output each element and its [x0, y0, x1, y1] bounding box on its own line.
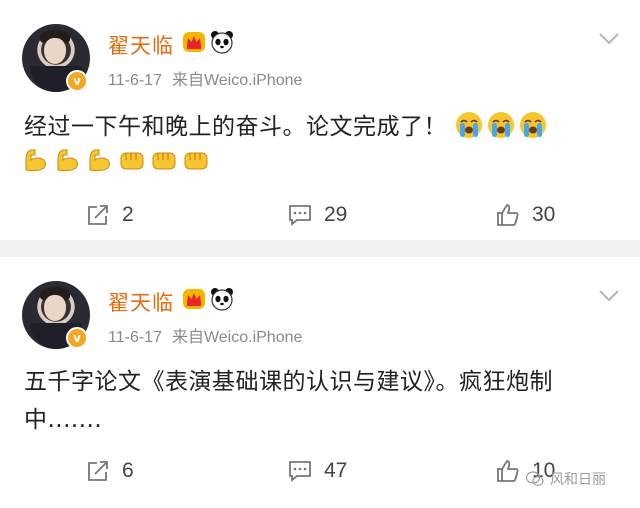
wechat-icon	[526, 471, 544, 486]
flexed-biceps-emoji-icon	[25, 149, 46, 172]
crown-icon	[183, 289, 205, 309]
like-count: 30	[532, 203, 556, 226]
post-source: 来自Weico.iPhone	[171, 329, 303, 346]
crying-face-emoji-icon	[455, 112, 482, 138]
fist-emoji-icon	[152, 152, 176, 170]
like-button[interactable]: 30	[496, 200, 555, 230]
fist-emoji-icon	[120, 152, 144, 170]
crown-icon	[183, 32, 205, 52]
emoji-line	[22, 146, 214, 178]
watermark: 风和日丽	[526, 469, 606, 489]
watermark-text: 风和日丽	[550, 472, 606, 488]
repost-button[interactable]: 6	[86, 456, 134, 486]
comment-button[interactable]: 47	[288, 456, 347, 486]
comment-count: 47	[324, 459, 348, 482]
panda-icon	[211, 288, 233, 311]
comment-count: 29	[324, 203, 348, 226]
flexed-biceps-emoji-icon	[57, 149, 78, 172]
verified-badge-icon: v	[66, 70, 88, 92]
username[interactable]: 翟天临	[108, 287, 174, 317]
comment-icon	[289, 205, 311, 226]
post-date: 11-6-17	[108, 329, 162, 346]
post-text: 五千字论文《表演基础课的认识与建议》。疯狂炮制中.......	[24, 369, 553, 433]
share-icon	[88, 461, 108, 481]
repost-count: 2	[122, 203, 134, 226]
username[interactable]: 翟天临	[108, 30, 174, 60]
crying-face-emoji-icon	[487, 112, 514, 138]
thumbs-up-icon	[497, 460, 519, 482]
panda-icon	[211, 31, 233, 54]
comment-button[interactable]: 29	[288, 200, 347, 230]
verified-badge-icon: v	[66, 327, 88, 349]
repost-button[interactable]: 2	[86, 200, 134, 230]
crying-face-emoji-icon	[519, 112, 546, 138]
chevron-down-icon[interactable]	[598, 32, 620, 46]
share-icon	[88, 205, 108, 225]
weibo-post: v 翟天临 11-6-17 来自Weico.iPhone 经过一下午和晚上的奋斗。…	[0, 0, 640, 240]
fist-emoji-icon	[184, 152, 208, 170]
post-text: 经过一下午和晚上的奋斗。论文完成了！	[24, 108, 620, 146]
post-date: 11-6-17	[108, 72, 162, 89]
chevron-down-icon[interactable]	[598, 289, 620, 303]
post-source: 来自Weico.iPhone	[171, 72, 303, 89]
post-meta: 11-6-17 来自Weico.iPhone	[108, 66, 302, 90]
post-actions: 2 29 30	[0, 200, 640, 230]
flexed-biceps-emoji-icon	[89, 149, 110, 172]
thumbs-up-icon	[497, 204, 519, 226]
post-text-body: 经过一下午和晚上的奋斗。论文完成了！	[24, 114, 447, 140]
post-meta: 11-6-17 来自Weico.iPhone	[108, 323, 302, 347]
repost-count: 6	[122, 459, 134, 482]
comment-icon	[289, 461, 311, 482]
